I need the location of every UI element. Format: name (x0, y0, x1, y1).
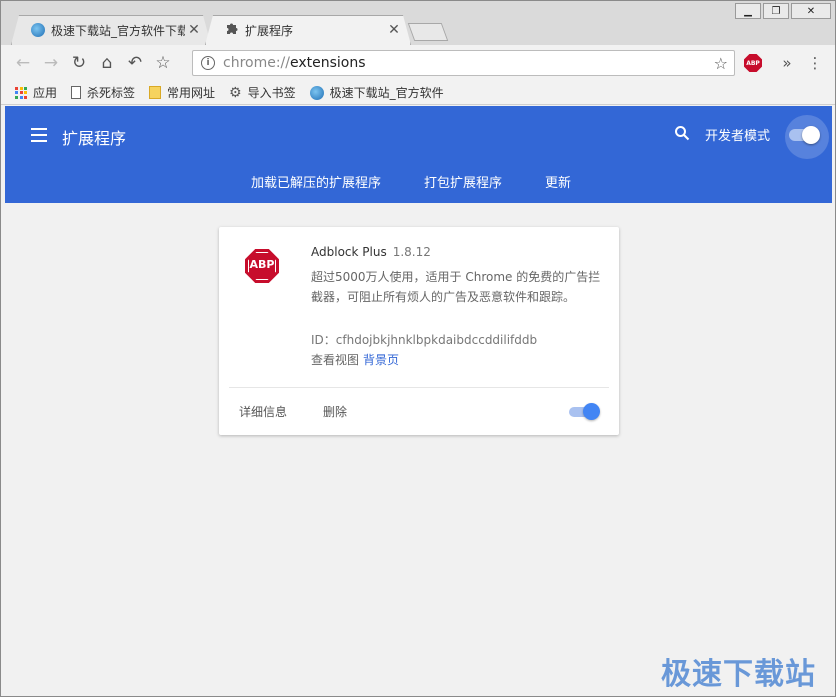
search-icon[interactable] (674, 125, 690, 145)
extension-views: 查看视图 背景页 (311, 351, 399, 368)
page-title: 扩展程序 (62, 129, 127, 148)
tab-title: 扩展程序 (245, 23, 294, 38)
tab-download-site[interactable]: 极速下载站_官方软件下载 ✕ (11, 15, 211, 45)
site-watermark: 极速下载站 (661, 657, 816, 692)
details-button[interactable]: 详细信息 (239, 403, 287, 420)
address-bar[interactable]: i chrome://extensions ☆ (192, 50, 735, 76)
remove-button[interactable]: 删除 (323, 403, 347, 420)
card-divider (229, 387, 609, 388)
url-host: extensions (290, 55, 366, 71)
bookmark-star-icon[interactable]: ☆ (149, 49, 177, 77)
page-icon (71, 86, 82, 99)
menu-dots-icon[interactable]: ⋮ (801, 49, 829, 77)
bookmark-label: 导入书签 (247, 86, 296, 100)
developer-mode-label: 开发者模式 (705, 129, 771, 144)
bookmark-label: 常用网址 (167, 86, 216, 100)
globe-icon (31, 23, 45, 37)
forward-arrow-icon[interactable]: → (37, 49, 65, 77)
window-controls: ▁ ❐ ✕ (735, 3, 831, 19)
info-icon[interactable]: i (201, 56, 215, 70)
undo-icon[interactable]: ↶ (121, 49, 149, 77)
folder-icon (149, 86, 162, 99)
extension-description: 超过5000万人使用，适用于 Chrome 的免费的广告拦截器，可阻止所有烦人的… (311, 270, 601, 304)
bookmark-download-site[interactable]: 极速下载站_官方软件 (309, 84, 444, 101)
bookmark-kill-tabs[interactable]: 杀死标签 (71, 84, 135, 101)
extension-enable-toggle-knob[interactable] (583, 403, 600, 420)
background-page-link[interactable]: 背景页 (363, 353, 399, 367)
bookmark-label: 极速下载站_官方软件 (329, 86, 444, 100)
apps-icon (15, 86, 27, 99)
update-button[interactable]: 更新 (545, 172, 571, 191)
reload-icon[interactable]: ↻ (65, 49, 93, 77)
views-label: 查看视图 (311, 353, 360, 367)
bookmark-import[interactable]: ⚙ 导入书签 (229, 84, 296, 101)
extensions-page: 扩展程序 开发者模式 加载已解压的扩展程序 打包扩展程序 更新 ABP Adbl… (5, 106, 832, 691)
bookmark-label: 杀死标签 (87, 86, 136, 100)
puzzle-icon (225, 21, 239, 39)
load-unpacked-button[interactable]: 加载已解压的扩展程序 (251, 172, 381, 191)
bookmark-label: 应用 (33, 86, 58, 100)
new-tab-button[interactable] (407, 23, 449, 41)
minimize-icon[interactable]: ▁ (735, 3, 761, 19)
bookmark-apps[interactable]: 应用 (15, 84, 57, 101)
extension-version: 1.8.12 (392, 245, 431, 259)
hamburger-menu-icon[interactable] (31, 128, 47, 142)
restore-icon[interactable]: ❐ (763, 3, 789, 19)
pack-extension-button[interactable]: 打包扩展程序 (424, 172, 502, 191)
bookmark-common-sites[interactable]: 常用网址 (149, 84, 215, 101)
close-icon[interactable]: ✕ (385, 22, 403, 38)
close-window-icon[interactable]: ✕ (791, 3, 831, 19)
adblock-plus-logo-text: ABP (249, 258, 275, 271)
extension-id: ID：cfhdojbkjhnklbpkdaibdccddilifddb (311, 333, 538, 347)
star-icon[interactable]: ☆ (714, 54, 728, 73)
toolbar: ← → ↻ ⌂ ↶ ☆ i chrome://extensions ☆ ABP … (1, 45, 835, 81)
globe-icon (309, 85, 324, 100)
tab-extensions[interactable]: 扩展程序 ✕ (205, 15, 411, 45)
bookmarks-bar: 应用 杀死标签 常用网址 ⚙ 导入书签 极速下载站_官方软件 (1, 81, 835, 105)
extensions-header: 扩展程序 开发者模式 加载已解压的扩展程序 打包扩展程序 更新 (5, 106, 832, 203)
home-icon[interactable]: ⌂ (93, 49, 121, 77)
back-arrow-icon[interactable]: ← (9, 49, 37, 77)
browser-window: 极速下载站_官方软件下载 ✕ 扩展程序 ✕ ▁ ❐ ✕ ← → ↻ ⌂ ↶ ☆ … (0, 0, 836, 697)
close-icon[interactable]: ✕ (185, 22, 203, 38)
chevron-double-down-icon[interactable]: » (773, 49, 801, 77)
developer-mode-toggle-knob[interactable] (802, 126, 820, 144)
extension-card: ABP Adblock Plus 1.8.12 超过5000万人使用，适用于 Ch… (219, 227, 619, 435)
extension-name: Adblock Plus (311, 245, 387, 259)
adblock-extension-icon[interactable]: ABP (744, 54, 762, 72)
tab-strip: 极速下载站_官方软件下载 ✕ 扩展程序 ✕ ▁ ❐ ✕ (1, 1, 835, 45)
gear-icon: ⚙ (229, 84, 242, 101)
extension-name-row: Adblock Plus 1.8.12 (311, 245, 431, 259)
url-scheme: chrome:// (223, 55, 290, 71)
tab-title: 极速下载站_官方软件下载 (51, 23, 185, 38)
